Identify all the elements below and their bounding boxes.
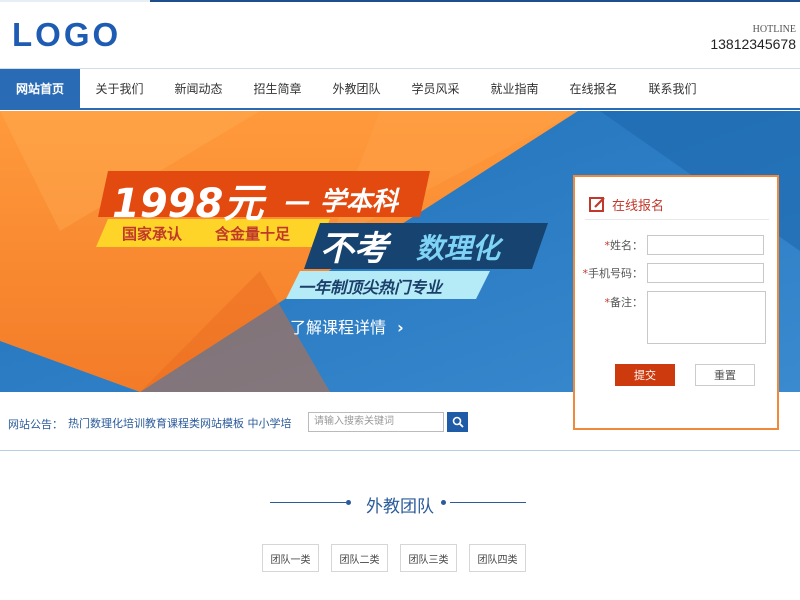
phone-field[interactable] [647, 263, 764, 283]
banner-price: 1998元 [112, 181, 264, 227]
banner-tag-right: 含金量十足 [215, 225, 291, 243]
title-line-right [450, 502, 526, 503]
field-label-name: 姓名： [610, 239, 643, 252]
notes-textarea[interactable] [647, 291, 766, 344]
form-row-name: *姓名： [575, 235, 764, 255]
tab-team-4[interactable]: 团队四类 [469, 544, 526, 572]
search-input[interactable]: 请输入搜索关键词 [308, 412, 444, 432]
field-label-phone: 手机号码： [588, 267, 643, 280]
tab-team-2[interactable]: 团队二类 [331, 544, 388, 572]
banner-big-text-2: 数理化 [416, 232, 501, 265]
nav-item-admissions[interactable]: 招生简章 [238, 69, 317, 108]
nav-item-career[interactable]: 就业指南 [475, 69, 554, 108]
notice-text[interactable]: 热门数理化培训教育课程类网站模板 中小学培 [68, 415, 292, 431]
nav-item-news[interactable]: 新闻动态 [159, 69, 238, 108]
form-row-phone: *手机号码： [575, 263, 764, 283]
section-title: 外教团队 [366, 497, 434, 517]
nav-item-teachers[interactable]: 外教团队 [317, 69, 396, 108]
banner-sub-text: 一年制顶尖热门专业 [298, 278, 443, 297]
name-field[interactable] [647, 235, 764, 255]
enroll-form: 在线报名 *姓名： *手机号码： *备注： 提交 重置 [573, 175, 779, 430]
notice-bar: 网站公告： 热门数理化培训教育课程类网站模板 中小学培 请输入搜索关键词 [0, 392, 573, 450]
submit-button[interactable]: 提交 [615, 364, 675, 386]
header: LOGO HOTLINE 13812345678 [0, 2, 800, 68]
logo[interactable]: LOGO [12, 16, 121, 54]
nav-item-students[interactable]: 学员风采 [396, 69, 475, 108]
field-label-notes: 备注： [610, 296, 643, 309]
tab-team-3[interactable]: 团队三类 [400, 544, 457, 572]
form-title: 在线报名 [612, 199, 665, 214]
nav-item-enroll[interactable]: 在线报名 [554, 69, 633, 108]
nav-item-home[interactable]: 网站首页 [0, 69, 80, 108]
chevron-right-icon: › [397, 318, 404, 337]
form-row-notes: *备注： [575, 291, 766, 344]
search-button[interactable] [447, 412, 468, 432]
team-category-tabs: 团队一类 团队二类 团队三类 团队四类 [262, 544, 538, 572]
banner-cta-label: 了解课程详情 [290, 318, 387, 337]
section-title-bar: 外教团队 [0, 490, 800, 518]
hotline-number: 13812345678 [710, 36, 796, 52]
section-divider [0, 450, 800, 451]
banner-tag-left: 国家承认 [122, 225, 183, 243]
main-nav: 网站首页 关于我们 新闻动态 招生简章 外教团队 学员风采 就业指南 在线报名 … [0, 68, 800, 110]
nav-item-about[interactable]: 关于我们 [80, 69, 159, 108]
form-divider [585, 219, 769, 220]
banner-big-text-1: 不考 [320, 229, 388, 269]
tab-team-1[interactable]: 团队一类 [262, 544, 319, 572]
title-dot-right [441, 500, 446, 505]
banner-headline: — 学本科 [285, 187, 399, 217]
reset-button[interactable]: 重置 [695, 364, 755, 386]
banner-cta[interactable]: 了解课程详情 › [290, 314, 404, 338]
edit-icon [589, 197, 605, 212]
search-icon [452, 416, 464, 428]
hotline-label: HOTLINE [752, 24, 796, 35]
notice-label: 网站公告： [8, 418, 63, 431]
form-header: 在线报名 [589, 195, 664, 214]
nav-item-contact[interactable]: 联系我们 [633, 69, 712, 108]
